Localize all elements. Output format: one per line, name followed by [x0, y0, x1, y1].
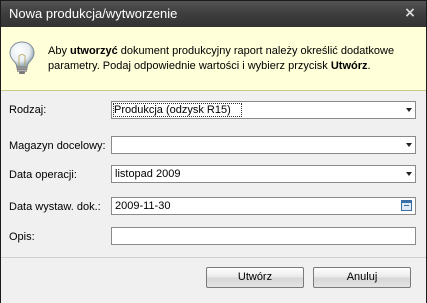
info-panel: Aby utworzyć dokument produkcyjny raport… — [1, 27, 426, 91]
close-icon[interactable]: × — [402, 5, 418, 21]
form-area: Rodzaj: Produkcja (odzysk R15) Magazyn d… — [1, 91, 426, 256]
lightbulb-icon — [9, 41, 35, 74]
opis-label: Opis: — [9, 231, 35, 243]
chevron-down-icon[interactable] — [406, 108, 412, 112]
info-text-bold-button: Utwórz — [330, 60, 368, 72]
data-wystaw-datepicker[interactable]: 2009-11-30 — [111, 197, 416, 215]
row-data-wystaw: Data wystaw. dok.: 2009-11-30 — [1, 197, 426, 219]
row-magazyn: Magazyn docelowy: — [1, 136, 426, 158]
data-wystaw-value: 2009-11-30 — [115, 200, 171, 212]
row-data-operacji: Data operacji: listopad 2009 — [1, 165, 426, 187]
chevron-down-icon[interactable] — [406, 172, 412, 176]
cancel-button[interactable]: Anuluj — [313, 267, 411, 288]
info-text-bold-create: utworzyć — [70, 45, 118, 57]
row-opis: Opis: — [1, 227, 426, 249]
info-text-part1: Aby — [48, 45, 71, 57]
rodzaj-combo[interactable]: Produkcja (odzysk R15) — [111, 101, 416, 119]
data-operacji-value: listopad 2009 — [115, 168, 181, 180]
magazyn-combo[interactable] — [111, 136, 416, 154]
info-message: Aby utworzyć dokument produkcyjny raport… — [48, 44, 418, 74]
button-bar: Utwórz Anuluj — [1, 257, 426, 303]
data-operacji-label: Data operacji: — [9, 169, 77, 181]
rodzaj-label: Rodzaj: — [9, 104, 47, 116]
row-rodzaj: Rodzaj: Produkcja (odzysk R15) — [1, 100, 426, 122]
title-bar[interactable]: Nowa produkcja/wytworzenie × — [1, 1, 426, 27]
data-operacji-combo[interactable]: listopad 2009 — [111, 165, 416, 183]
window-title: Nowa produkcja/wytworzenie — [9, 6, 178, 21]
create-button[interactable]: Utwórz — [206, 267, 304, 288]
opis-input[interactable] — [111, 227, 416, 245]
rodzaj-value: Produkcja (odzysk R15) — [113, 103, 242, 117]
data-wystaw-label: Data wystaw. dok.: — [9, 201, 101, 213]
info-text-end: . — [367, 60, 371, 72]
calendar-icon[interactable] — [401, 200, 412, 211]
dialog-window: Nowa produkcja/wytworzenie × Aby utworzy… — [0, 0, 427, 303]
magazyn-label: Magazyn docelowy: — [9, 140, 106, 152]
chevron-down-icon[interactable] — [406, 143, 412, 147]
